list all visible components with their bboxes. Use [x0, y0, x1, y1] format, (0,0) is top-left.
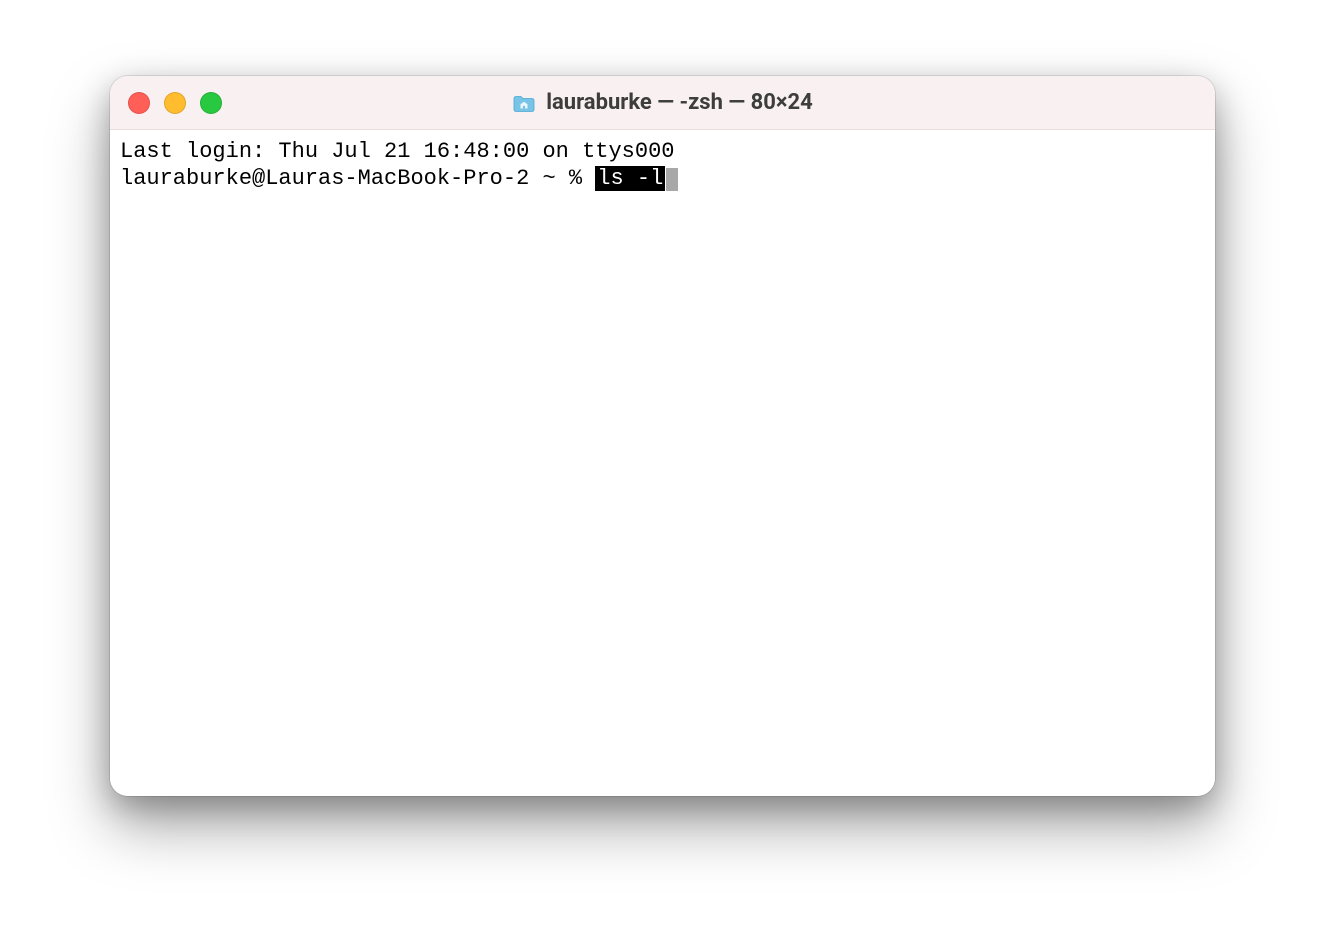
terminal-window: lauraburke — -zsh — 80×24 Last login: Th… — [110, 76, 1215, 796]
titlebar[interactable]: lauraburke — -zsh — 80×24 — [110, 76, 1215, 130]
prompt-text: lauraburke@Lauras-MacBook-Pro-2 ~ % — [120, 166, 595, 191]
terminal-body[interactable]: Last login: Thu Jul 21 16:48:00 on ttys0… — [110, 130, 1215, 796]
close-button[interactable] — [128, 92, 150, 114]
window-title-text: lauraburke — -zsh — 80×24 — [546, 90, 813, 115]
zoom-button[interactable] — [200, 92, 222, 114]
window-controls — [128, 92, 222, 114]
window-title: lauraburke — -zsh — 80×24 — [110, 90, 1215, 115]
last-login-line: Last login: Thu Jul 21 16:48:00 on ttys0… — [120, 138, 1205, 165]
home-folder-icon — [512, 91, 536, 115]
prompt-line: lauraburke@Lauras-MacBook-Pro-2 ~ % ls -… — [120, 165, 1205, 192]
typed-command[interactable]: ls -l — [595, 166, 665, 191]
minimize-button[interactable] — [164, 92, 186, 114]
cursor — [666, 168, 678, 191]
